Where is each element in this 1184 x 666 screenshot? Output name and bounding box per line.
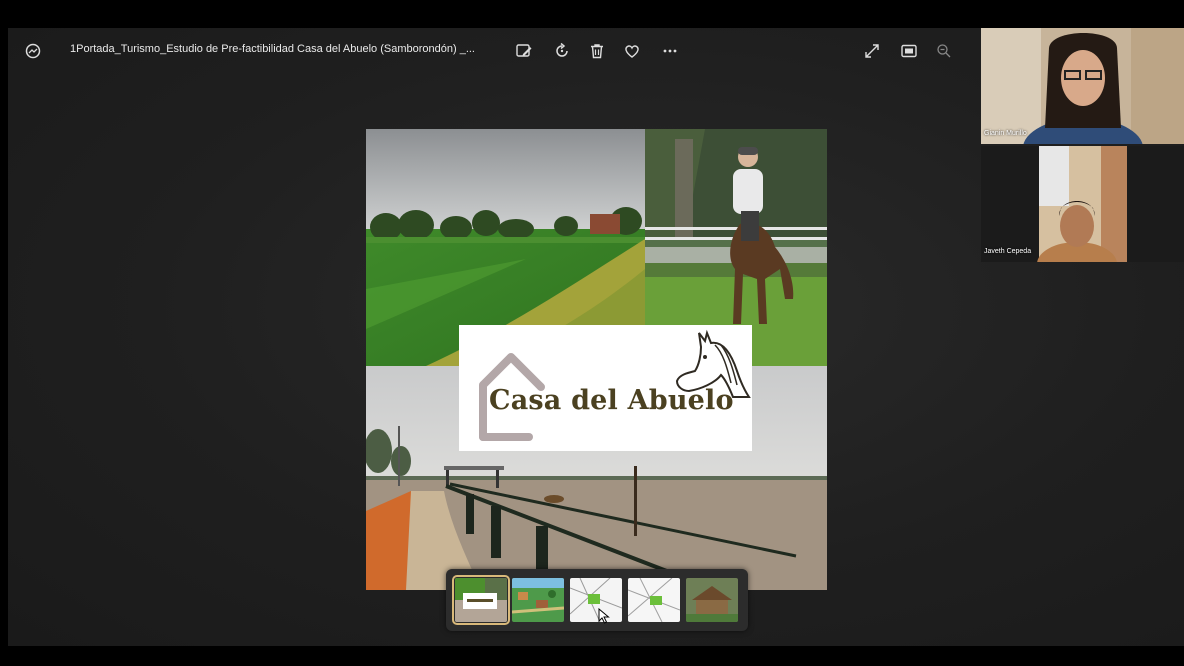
thumb-house-photo[interactable] [686, 578, 738, 622]
rotate-button[interactable] [551, 40, 573, 62]
thumb-site-plan-1[interactable] [570, 578, 622, 622]
thumb-site-plan-2[interactable] [628, 578, 680, 622]
participant-video-feed [981, 28, 1184, 144]
delete-icon [591, 44, 603, 59]
participant-video-feed [981, 146, 1184, 262]
participant-name: Javeth Cepeda [984, 248, 1032, 255]
favorite-icon [625, 45, 639, 58]
photos-app-button[interactable] [20, 38, 46, 64]
casa-del-abuelo-logo: Casa del Abuelo [459, 325, 752, 451]
fit-window-button[interactable] [898, 40, 920, 62]
edit-image-icon [516, 44, 532, 57]
favorite-button[interactable] [621, 40, 643, 62]
more-options-button[interactable] [659, 40, 681, 62]
expand-button[interactable] [861, 40, 883, 62]
participant-video-1[interactable]: Gianin Murillo [981, 28, 1184, 144]
participant-name: Gianin Murillo [984, 130, 1027, 137]
edit-image-button[interactable] [513, 40, 535, 62]
mouse-cursor-icon [598, 608, 610, 624]
thumb-map-illustration[interactable] [512, 578, 564, 622]
rotate-icon [556, 42, 568, 57]
participant-video-2[interactable]: Javeth Cepeda [981, 146, 1184, 262]
expand-icon [865, 44, 879, 58]
filmstrip [446, 569, 748, 631]
fit-window-icon [901, 44, 917, 58]
thumb-portada[interactable] [452, 575, 510, 625]
more-icon [663, 49, 677, 53]
zoom-out-button[interactable] [933, 40, 955, 62]
delete-button[interactable] [586, 40, 608, 62]
logo-title: Casa del Abuelo [489, 385, 734, 416]
zoom-out-icon [937, 44, 951, 58]
photos-app-icon [25, 43, 41, 59]
file-title: 1Portada_Turismo_Estudio de Pre-factibil… [70, 43, 475, 55]
